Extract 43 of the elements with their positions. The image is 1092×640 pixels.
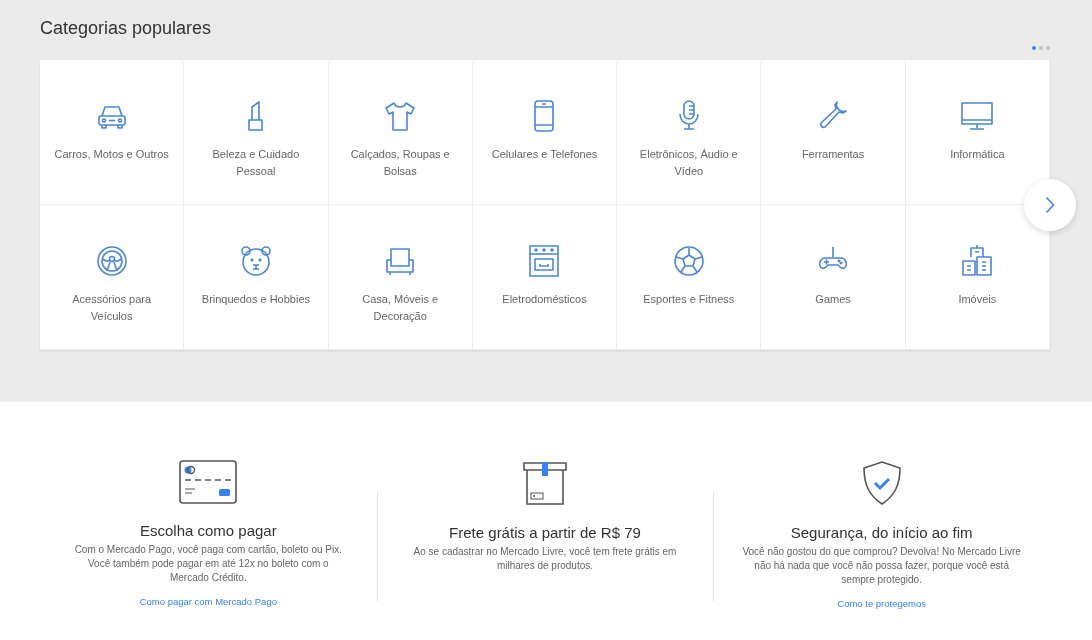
feature-title: Frete grátis a partir de R$ 79: [449, 524, 641, 541]
feature-title: Escolha como pagar: [139, 522, 277, 539]
category-label: Calçados, Roupas e Bolsas: [349, 147, 451, 179]
credit-card-icon: [179, 460, 238, 504]
pager-dot[interactable]: [1039, 46, 1043, 50]
section-title: Categorias populares: [40, 18, 212, 39]
pager-dot[interactable]: [1046, 46, 1050, 50]
category-tile[interactable]: Brinquedos e Hobbies: [184, 205, 329, 350]
pager-dot[interactable]: [1032, 46, 1036, 50]
feature-title: Segurança, do início ao fim: [790, 524, 973, 541]
next-button[interactable]: [1024, 179, 1076, 231]
category-tile[interactable]: Ferramentas: [761, 60, 906, 205]
category-label: Beleza e Cuidado Pessoal: [211, 147, 301, 179]
category-label: Eletrônicos, Áudio e Vídeo: [638, 147, 739, 179]
feature-text: Ao se cadastrar no Mercado Livre, você tem frete grátis em milhares de produtos.: [412, 545, 678, 573]
category-tile[interactable]: Eletrodomésticos: [472, 205, 618, 350]
shield-check-icon: [860, 460, 903, 506]
category-label: Informática: [949, 147, 1006, 162]
category-label: Games: [814, 292, 852, 307]
category-label: Carros, Motos e Outros: [53, 147, 170, 162]
category-tile[interactable]: Calçados, Roupas e Bolsas: [328, 60, 473, 205]
category-tile[interactable]: Celulares e Telefones: [472, 60, 618, 205]
category-label: Imóveis: [957, 292, 998, 307]
chevron-right-icon: [1045, 196, 1055, 214]
category-label: Acessórios para Veículos: [71, 292, 153, 324]
feature-text: Você não gostou do que comprou? Devolva! No Mercado Livre não há nada que você não possa fazer, porque você está sempre protegido.: [741, 545, 1022, 587]
category-tile[interactable]: Eletrônicos, Áudio e Vídeo: [617, 60, 762, 205]
feature-link[interactable]: Como pagar com Mercado Pago: [139, 596, 277, 607]
category-tile[interactable]: Acessórios para Veículos: [40, 205, 185, 350]
category-label: Celulares e Telefones: [490, 147, 599, 162]
category-label: Brinquedos e Hobbies: [200, 292, 312, 307]
category-label: Ferramentas: [800, 147, 866, 162]
feature-text: Com o Mercado Pago, você paga com cartão, boleto ou Pix. Você também pode pagar em até 12x no boleto com o Mercado Crédito.: [73, 543, 343, 585]
category-label: Esportes e Fitness: [642, 292, 736, 307]
category-tile[interactable]: Beleza e Cuidado Pessoal: [184, 60, 329, 205]
category-tile[interactable]: Games: [761, 205, 906, 350]
category-tile[interactable]: Esportes e Fitness: [617, 205, 762, 350]
category-tile[interactable]: Carros, Motos e Outros: [40, 60, 185, 205]
category-tile[interactable]: Casa, Móveis e Decoração: [328, 205, 473, 350]
package-icon: [522, 460, 568, 506]
category-label: Eletrodomésticos: [501, 292, 588, 307]
feature-link[interactable]: Como te protegemos: [837, 598, 926, 609]
category-label: Casa, Móveis e Decoração: [361, 292, 440, 324]
